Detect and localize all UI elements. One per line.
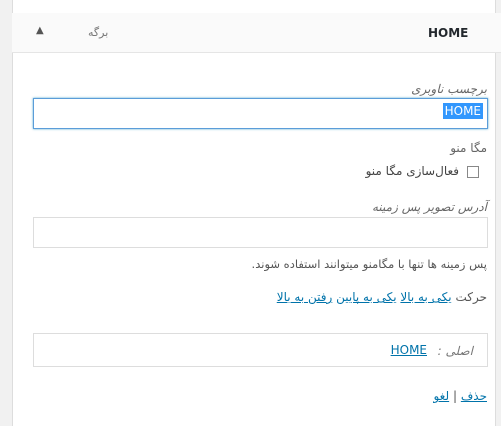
navigation-label: برچسب ناوبری <box>411 82 487 96</box>
menu-item-type: برگه <box>88 26 109 39</box>
original-label: اصلی : <box>437 344 473 358</box>
background-image-input[interactable] <box>33 217 488 248</box>
mega-menu-heading: مگا منو <box>450 141 487 155</box>
navigation-label-input[interactable]: HOME <box>33 98 488 129</box>
mega-menu-checkbox[interactable] <box>467 166 479 178</box>
move-label: حرکت <box>455 290 487 304</box>
item-actions: حذف | لغو <box>433 389 487 403</box>
mega-menu-checkbox-label: فعال‌سازی مگا منو <box>365 164 459 178</box>
original-item-box: اصلی : HOME <box>33 333 488 367</box>
move-top-link[interactable]: رفتن به بالا <box>277 290 333 304</box>
delete-link[interactable]: حذف <box>461 389 487 403</box>
move-controls: حرکت یکی به بالا یکی به پایین رفتن به با… <box>277 290 487 304</box>
collapse-arrow-icon[interactable]: ▲ <box>36 25 44 36</box>
background-image-label: آدرس تصویر پس زمینه <box>371 200 487 214</box>
move-up-link[interactable]: یکی به بالا <box>400 290 451 304</box>
background-note: پس زمینه ها تنها با مگامنو میتوانند استف… <box>251 257 487 271</box>
original-item-link[interactable]: HOME <box>391 343 427 357</box>
move-down-link[interactable]: یکی به پایین <box>336 290 396 304</box>
navigation-label-value: HOME <box>442 103 483 119</box>
menu-item-title: HOME <box>428 26 469 40</box>
cancel-link[interactable]: لغو <box>433 389 449 403</box>
action-separator: | <box>452 389 458 403</box>
